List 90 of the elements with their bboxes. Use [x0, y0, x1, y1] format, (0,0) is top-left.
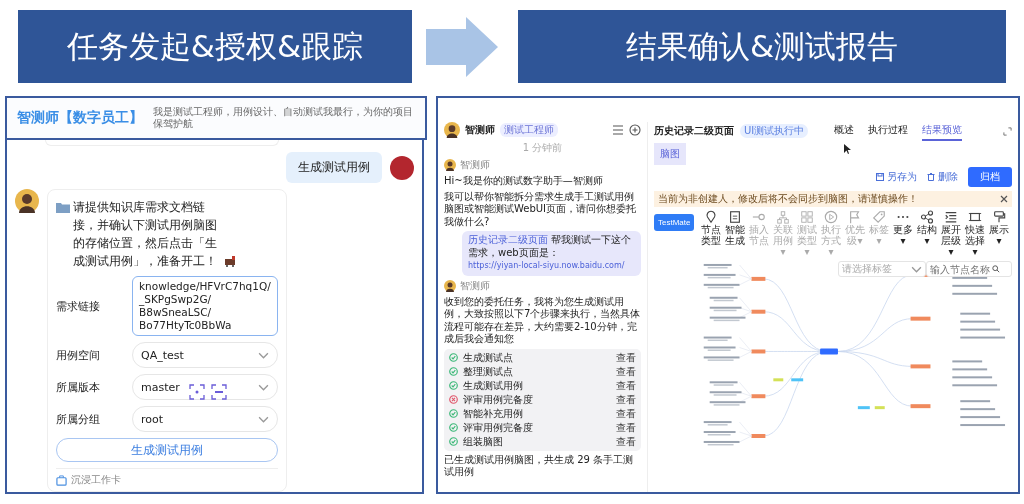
message-text: 我可以帮你智能拆分需求生成手工测试用例脑图或智能测试WebUI页面，请问你想委托我做什么? [444, 190, 638, 228]
result-text: 已生成测试用例脑图，共生成 29 条手工测试用例 [444, 453, 635, 479]
view-link[interactable]: 查看 [616, 406, 636, 421]
sender-name: 智测师 [460, 158, 490, 172]
avatar [444, 122, 460, 138]
toolbar-button[interactable]: 更多▾ [891, 210, 915, 246]
pin-icon [703, 210, 718, 224]
step-label: 生成测试用例 [463, 378, 524, 393]
warning-text: 当前为非创建人，修改后将不会同步到脑图，请谨慎操作！ [658, 192, 918, 206]
step-label: 组装脑图 [463, 434, 504, 449]
close-icon[interactable] [1000, 195, 1008, 203]
view-link[interactable]: 查看 [616, 392, 636, 407]
toolbar-button[interactable]: 快速选择▾ [963, 210, 987, 257]
field-label: 所属版本 [56, 379, 101, 395]
toolbar-button[interactable]: 结构▾ [915, 210, 939, 246]
page-title: 历史记录二级页面 [654, 124, 734, 138]
sender-name: 智测师 [460, 278, 490, 293]
step-label: 智能补充用例 [463, 406, 524, 421]
save-as-button[interactable]: 另存为 [876, 170, 917, 184]
message-text: 请提供知识库需求文档链接，并确认下测试用例脑图的存储位置，然后点击「生成测试用例」，准备开工！ [73, 199, 218, 270]
avatar [15, 189, 39, 213]
avatar [390, 155, 414, 180]
frame-icon [967, 210, 982, 224]
step-label: 评审用例完备度 [463, 420, 534, 435]
banner-title: 任务发起&授权&跟踪 [18, 10, 412, 83]
step-label: 生成测试点 [463, 350, 514, 365]
view-tab[interactable]: 脑图 [654, 143, 686, 165]
folder-icon [56, 202, 70, 213]
document-icon [727, 210, 742, 224]
scan-icon[interactable] [211, 384, 227, 400]
save-icon [876, 173, 884, 181]
view-link[interactable]: 查看 [616, 420, 636, 435]
field-label: 用例空间 [56, 347, 101, 363]
archive-button[interactable]: 归档 [968, 167, 1012, 187]
role-badge: 测试工程师 [500, 123, 558, 137]
add-icon[interactable] [629, 124, 641, 136]
page-link[interactable]: 历史记录二级页面 [468, 234, 548, 245]
avatar [444, 279, 456, 292]
grid-icon [799, 210, 814, 224]
url-link[interactable]: https://yiyan-local-siyu.now.baidu.com/ [468, 261, 625, 270]
view-link[interactable]: 查看 [616, 350, 636, 365]
tab[interactable]: 执行过程 [868, 121, 909, 141]
cursor-icon [844, 144, 851, 154]
play-icon [823, 210, 838, 224]
message-text: 收到您的委托任务，我将为您生成测试用例，大致按照以下7个步骤来执行，当然具体流程可能存在差异，大约需要2-10分钟，完成后我会通知您 [444, 295, 641, 346]
structure-icon [919, 210, 934, 224]
flag-icon [847, 210, 862, 224]
toolbar-button[interactable]: 展开层级▾ [939, 210, 963, 257]
generate-button[interactable]: 生成测试用例 [56, 438, 278, 462]
user-message: 生成测试用例 [286, 152, 382, 183]
scan-icon[interactable] [189, 384, 205, 400]
tag-icon [871, 210, 886, 224]
field-label: 需求链接 [56, 298, 101, 314]
avatar [444, 159, 456, 171]
chevron-icon [911, 265, 922, 273]
chevron-icon [258, 351, 269, 359]
tab[interactable]: 概述 [834, 121, 855, 141]
banner-title: 结果确认&测试报告 [518, 10, 1006, 83]
assistant-name: 智测师 [465, 123, 495, 137]
footer-label: 沉浸工作卡 [71, 473, 121, 487]
delete-button[interactable]: 删除 [927, 170, 958, 184]
chevron-icon [258, 383, 269, 391]
link-field[interactable]: knowledge/HFVrC7hq1Q/ _SKPgSwp2G/ B8wSneaLSC/ Bo77HtyTc0BbWa [132, 276, 278, 336]
brand-button[interactable]: TestMate [654, 214, 695, 231]
step-label: 评审用例完备度 [463, 392, 534, 407]
train-icon [224, 256, 238, 267]
toolbar-button[interactable]: 展示▾ [987, 210, 1011, 246]
field-label: 所属分组 [56, 411, 101, 427]
view-link[interactable]: 查看 [616, 364, 636, 379]
timestamp: 1 分钟前 [521, 141, 564, 155]
brush-icon [991, 210, 1006, 224]
view-link[interactable]: 查看 [616, 434, 636, 449]
toolbar-button[interactable]: 节点类型 [699, 210, 723, 246]
chevron-icon [258, 415, 269, 423]
status-badge: UI测试执行中 [740, 124, 809, 138]
arrow-icon [426, 16, 498, 77]
list-icon [943, 210, 958, 224]
node-search-field[interactable]: 输入节点名称 [926, 261, 1012, 277]
app-title: 智测师【数字员工】 [17, 109, 143, 127]
view-link[interactable]: 查看 [616, 378, 636, 393]
tree-icon [775, 210, 790, 224]
toolbar-button[interactable]: 智能生成 [723, 210, 747, 246]
app-subtitle: 我是测试工程师，用例设计、自动测试我最行，为你的项目保驾护航 [153, 106, 414, 130]
card-icon [56, 474, 67, 486]
tab[interactable]: 结果预览 [922, 121, 963, 141]
step-label: 整理测试点 [463, 364, 514, 379]
search-icon[interactable] [992, 265, 1000, 273]
message-text: Hi~我是你的测试数字助手—智测师 [444, 175, 604, 188]
trash-icon [927, 173, 935, 181]
user-message: 历史记录二级页面 帮我测试一下这个需求，web页面是： https://yiyan-local-siyu.now.baidu.com/ [462, 231, 641, 276]
